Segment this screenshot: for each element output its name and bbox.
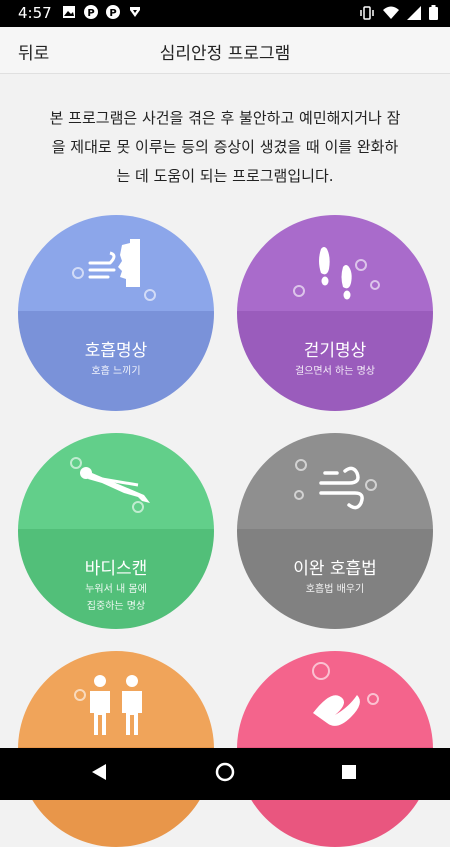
circle-bottom [237, 529, 433, 629]
program-title: 이완 호흡법 [293, 559, 377, 579]
circle-bottom [237, 311, 433, 411]
program-breathing-meditation[interactable]: 호흡명상 호흡 느끼기 [18, 215, 214, 411]
vibrate-icon [360, 5, 374, 20]
program-relaxation-breathing[interactable]: 이완 호흡법 호흡법 배우기 [237, 433, 433, 629]
intro-line: 을 제대로 못 이루는 등의 증상이 생겼을 때 이를 완화하 [51, 138, 399, 156]
page-title: 심리안정 프로그램 [159, 44, 291, 64]
program-subtitle: 호흡법 배우기 [237, 581, 433, 598]
intro-line: 본 프로그램은 사건을 겪은 후 불안하고 예민해지거나 잠 [49, 109, 401, 127]
program-subtitle-line: 누워서 내 몸에 [85, 584, 147, 595]
download-icon [130, 7, 140, 17]
status-bar: 4:57 P P [0, 0, 450, 27]
svg-text:P: P [87, 8, 94, 19]
program-subtitle-line: 걸으면서 하는 명상 [295, 366, 375, 377]
program-title: 걷기명상 [303, 341, 367, 361]
program-walking-meditation[interactable]: 걷기명상 걸으면서 하는 명상 [237, 215, 433, 411]
wifi-icon [383, 6, 399, 19]
program-subtitle: 누워서 내 몸에 집중하는 명상 [18, 581, 214, 615]
two-persons-icon [74, 675, 142, 735]
p-app-icon: P [106, 5, 120, 19]
battery-icon [429, 5, 438, 20]
intro-text: 본 프로그램은 사건을 겪은 후 불안하고 예민해지거나 잠 을 제대로 못 이… [22, 104, 428, 191]
system-icons [359, 5, 438, 20]
signal-icon [407, 5, 421, 20]
program-subtitle-line: 집중하는 명상 [86, 601, 146, 612]
status-time: 4:57 [18, 4, 52, 22]
lying-person-icon [70, 457, 150, 513]
app-bar: 뒤로 심리안정 프로그램 [0, 27, 450, 74]
program-title: 바디스캔 [84, 559, 148, 579]
p-app-icon: P [84, 5, 98, 19]
home-nav-icon[interactable] [215, 762, 235, 782]
recents-nav-icon[interactable] [341, 764, 357, 780]
navigation-bar [0, 748, 450, 800]
breath-icon [72, 239, 156, 301]
back-nav-icon[interactable] [90, 762, 108, 782]
wind-icon [294, 459, 377, 510]
circle-bottom [18, 311, 214, 411]
footprints-icon [293, 247, 380, 300]
image-icon [63, 6, 75, 18]
program-title: 호흡명상 [84, 341, 148, 361]
intro-line: 는 데 도움이 되는 프로그램입니다. [116, 167, 334, 185]
svg-text:P: P [109, 8, 116, 19]
program-body-scan[interactable]: 바디스캔 누워서 내 몸에 집중하는 명상 [18, 433, 214, 629]
program-subtitle-line: 호흡 느끼기 [91, 366, 141, 377]
program-subtitle: 호흡 느끼기 [18, 363, 214, 380]
program-subtitle-line: 호흡법 배우기 [305, 584, 365, 595]
notification-icons: P P [62, 5, 142, 19]
ribbon-icon [312, 662, 379, 726]
program-subtitle: 걸으면서 하는 명상 [237, 363, 433, 380]
